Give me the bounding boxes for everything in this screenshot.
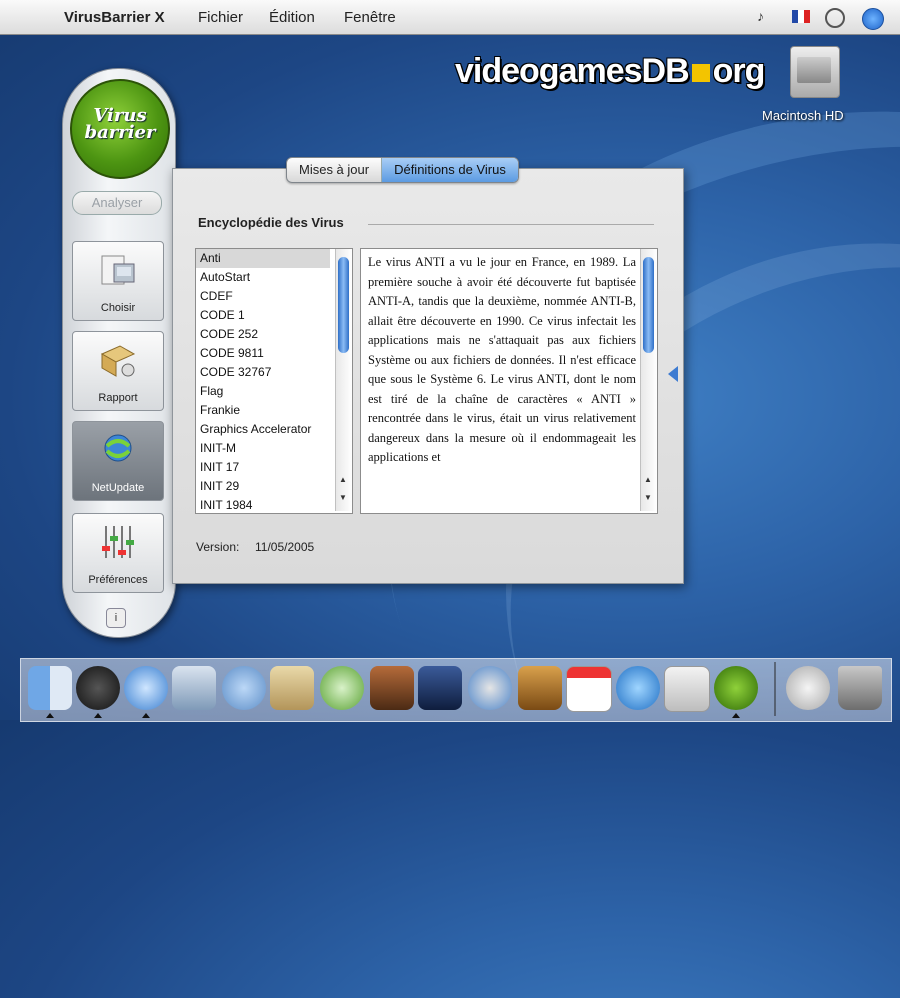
virus-description: Le virus ANTI a vu le jour en France, en… (368, 255, 636, 464)
imovie-icon[interactable] (418, 666, 462, 710)
itunes-icon[interactable] (320, 666, 364, 710)
tab-bar: Mises à jour Définitions de Virus (286, 157, 519, 183)
hard-drive-icon[interactable] (790, 46, 840, 98)
list-item[interactable]: CODE 252 (196, 325, 330, 344)
watermark-dot (691, 64, 710, 83)
version-label: Version: (196, 540, 240, 554)
section-divider (368, 224, 654, 225)
menu-edition[interactable]: Édition (269, 9, 315, 26)
running-indicator (142, 713, 150, 718)
scroll-up-icon[interactable]: ▲ (644, 475, 652, 484)
garageband-icon[interactable] (518, 666, 562, 710)
expand-arrow-icon[interactable] (668, 366, 678, 382)
list-item[interactable]: Anti (196, 249, 330, 268)
report-label: Rapport (98, 392, 138, 404)
scroll-up-icon[interactable]: ▲ (339, 475, 347, 484)
list-item[interactable]: CDEF (196, 287, 330, 306)
list-item[interactable]: AutoStart (196, 268, 330, 287)
idvd-icon[interactable] (468, 666, 512, 710)
netupdate-label: NetUpdate (91, 482, 145, 494)
section-title: Encyclopédie des Virus (198, 215, 344, 230)
list-scrollbar[interactable]: ▲ ▼ (335, 249, 352, 511)
list-item[interactable]: Graphics Accelerator (196, 420, 330, 439)
tab-mises-a-jour[interactable]: Mises à jour (287, 158, 383, 182)
iphoto-icon[interactable] (370, 666, 414, 710)
choose-button[interactable]: Choisir (72, 241, 164, 321)
list-item[interactable]: CODE 32767 (196, 363, 330, 382)
running-indicator (732, 713, 740, 718)
watermark-text: videogamesDB (455, 52, 690, 90)
list-item[interactable]: INIT 29 (196, 477, 330, 496)
apple-menu-icon[interactable] (20, 6, 42, 28)
analyse-button[interactable]: Analyser (72, 191, 162, 215)
netupdate-button[interactable]: NetUpdate (72, 421, 164, 501)
menu-bar: VirusBarrier X Fichier Édition Fenêtre ♪ (0, 0, 900, 35)
version-value: 11/05/2005 (255, 540, 315, 554)
menu-app-name[interactable]: VirusBarrier X (64, 9, 165, 26)
list-item[interactable]: CODE 1 (196, 306, 330, 325)
watermark-suffix: org (712, 52, 766, 90)
addressbook-icon[interactable] (270, 666, 314, 710)
input-flag-icon[interactable] (792, 10, 810, 23)
ical-icon[interactable] (566, 666, 612, 712)
dashboard-icon[interactable] (76, 666, 120, 710)
volume-icon[interactable]: ♪ (757, 8, 764, 28)
tab-definitions[interactable]: Définitions de Virus (382, 158, 518, 182)
hard-drive-label[interactable]: Macintosh HD (762, 108, 844, 123)
scroll-down-icon[interactable]: ▼ (644, 493, 652, 502)
virus-list[interactable]: Anti AutoStart CDEF CODE 1 CODE 252 CODE… (195, 248, 353, 514)
watermark: videogamesDB org (455, 52, 766, 91)
virusbarrier-icon[interactable] (714, 666, 758, 710)
description-scroll-thumb[interactable] (643, 257, 654, 353)
list-item[interactable]: INIT 1984 (196, 496, 330, 513)
list-scroll-thumb[interactable] (338, 257, 349, 353)
apple-icon[interactable] (664, 666, 710, 712)
list-item[interactable]: INIT 17 (196, 458, 330, 477)
preview-icon[interactable] (172, 666, 216, 710)
running-indicator (94, 713, 102, 718)
choose-label: Choisir (100, 302, 136, 314)
netupdate-icon (104, 434, 132, 462)
scroll-down-icon[interactable]: ▼ (339, 493, 347, 502)
description-box[interactable]: Le virus ANTI a vu le jour en France, en… (360, 248, 658, 514)
list-item[interactable]: INIT-M (196, 439, 330, 458)
mail-icon[interactable] (786, 666, 830, 710)
menu-fichier[interactable]: Fichier (198, 9, 243, 26)
dock-separator (774, 662, 776, 716)
report-icon (100, 345, 136, 377)
description-scrollbar[interactable]: ▲ ▼ (640, 249, 657, 511)
sync-icon[interactable] (616, 666, 660, 710)
preferences-label: Préférences (88, 574, 148, 586)
trash-icon[interactable] (838, 666, 882, 710)
report-button[interactable]: Rapport (72, 331, 164, 411)
preferences-button[interactable]: Préférences (72, 513, 164, 593)
list-item[interactable]: CODE 9811 (196, 344, 330, 363)
virusbarrier-logo: Virus barrier (70, 79, 170, 179)
info-button[interactable]: i (106, 608, 126, 628)
menu-fenetre[interactable]: Fenêtre (344, 9, 396, 26)
list-item[interactable]: Flag (196, 382, 330, 401)
list-item[interactable]: Frankie (196, 401, 330, 420)
running-indicator (46, 713, 54, 718)
preferences-icon (102, 526, 134, 558)
finder-icon[interactable] (28, 666, 72, 710)
spotlight-icon[interactable] (862, 8, 884, 30)
ichat-icon[interactable] (222, 666, 266, 710)
clock-icon[interactable] (825, 8, 845, 28)
choose-files-icon (101, 255, 135, 285)
safari-icon[interactable] (124, 666, 168, 710)
logo-line2: barrier (84, 122, 156, 143)
